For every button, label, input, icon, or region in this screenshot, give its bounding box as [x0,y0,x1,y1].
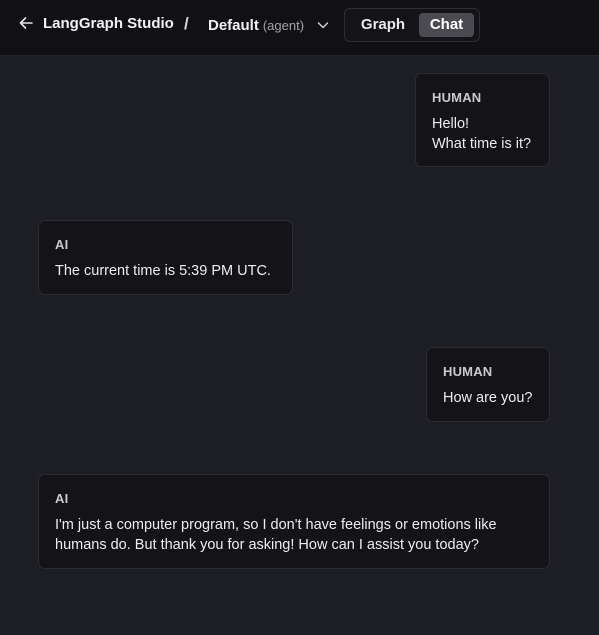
langgraph-studio-app: LangGraph Studio / Default (agent) Graph… [0,0,599,635]
ai-message: AI I'm just a computer program, so I don… [38,474,550,569]
message-role: HUMAN [443,364,493,379]
message-text: How are you? [443,390,533,406]
assistant-selector[interactable]: Default (agent) [206,10,332,40]
human-message: HUMAN How are you? [426,347,550,422]
message-role: AI [55,491,69,506]
back-button[interactable] [12,12,40,38]
arrow-left-icon [18,15,34,36]
message-text: I'm just a computer program, so I don't … [55,517,497,553]
assistant-type: (agent) [262,17,305,33]
top-bar: LangGraph Studio / Default (agent) Graph… [0,0,599,56]
app-title: LangGraph Studio [43,15,174,32]
message-text: The current time is 5:39 PM UTC. [55,263,271,279]
message-role: HUMAN [432,90,482,105]
chevron-down-icon [316,18,330,32]
assistant-name: Default [208,16,259,34]
human-message: HUMAN Hello! What time is it? [415,73,550,167]
breadcrumb-separator: / [184,14,189,33]
tab-graph[interactable]: Graph [351,13,415,37]
tab-chat[interactable]: Chat [419,13,474,37]
ai-message: AI The current time is 5:39 PM UTC. [38,220,293,295]
view-toggle: Graph Chat [344,8,480,42]
message-role: AI [55,237,69,252]
message-text: Hello! What time is it? [432,116,532,152]
